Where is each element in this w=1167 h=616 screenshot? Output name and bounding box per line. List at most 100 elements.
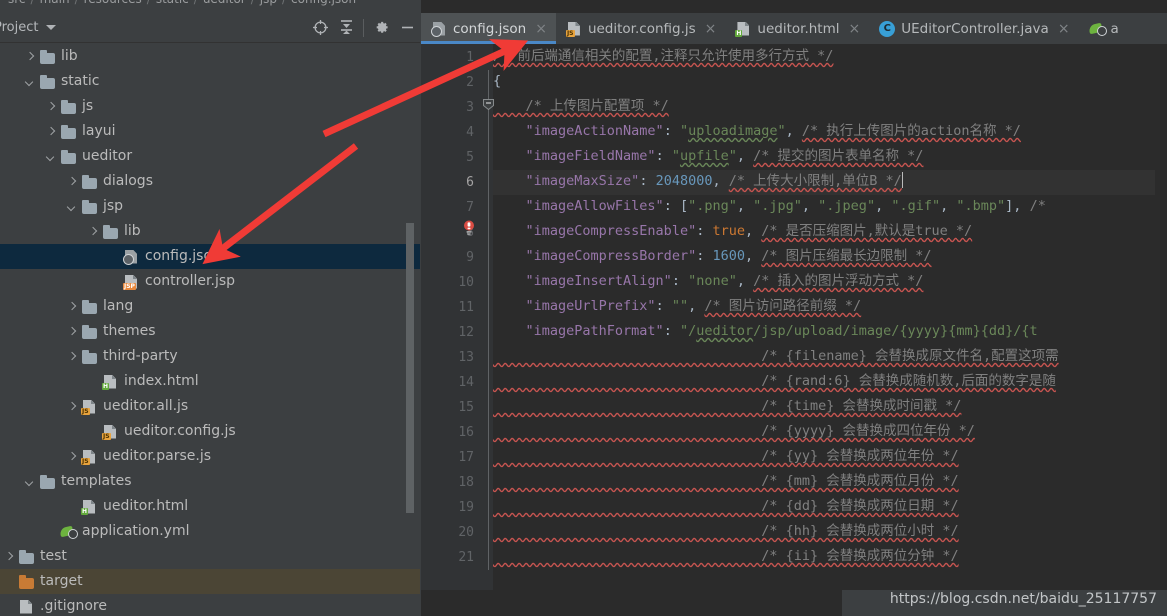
code-line[interactable]: /* {yy} 会替换成两位年份 */	[493, 444, 1167, 469]
close-icon[interactable]: ×	[705, 22, 717, 36]
chevron-right-icon[interactable]	[65, 325, 79, 339]
editor-tab[interactable]: a	[1079, 13, 1128, 44]
chevron-down-icon[interactable]	[23, 75, 37, 89]
chevron-right-icon[interactable]	[44, 125, 58, 139]
chevron-right-icon[interactable]	[65, 450, 79, 464]
tree-row[interactable]: layui	[0, 119, 420, 144]
editor-fold-bar[interactable]	[484, 44, 493, 590]
code-token: "imageAllowFiles"	[525, 198, 664, 214]
editor-tab[interactable]: JS ueditor.config.js ×	[556, 13, 725, 44]
tree-row[interactable]: config.json	[0, 244, 420, 269]
chevron-right-icon[interactable]	[23, 50, 37, 64]
code-line[interactable]: /* {yyyy} 会替换成四位年份 */	[493, 419, 1167, 444]
code-line[interactable]: "imageFieldName": "upfile", /* 提交的图片表单名称…	[493, 144, 1167, 169]
code-line[interactable]: "imageUrlPrefix": "", /* 图片访问路径前缀 */	[493, 294, 1167, 319]
tree-row[interactable]: JS ueditor.config.js	[0, 419, 420, 444]
minimize-icon[interactable]	[394, 15, 420, 41]
tree-row[interactable]: js	[0, 94, 420, 119]
code-line[interactable]: /* {mm} 会替换成两位月份 */	[493, 469, 1167, 494]
chevron-right-icon[interactable]	[65, 300, 79, 314]
chevron-right-icon[interactable]	[2, 550, 16, 564]
chevron-right-icon[interactable]	[65, 350, 79, 364]
chevron-down-icon[interactable]	[23, 475, 37, 489]
code-line[interactable]: /* 上传图片配置项 */	[493, 94, 1167, 119]
code-line[interactable]: {	[493, 69, 1167, 94]
close-icon[interactable]: ×	[849, 22, 861, 36]
editor-tab[interactable]: config.json ×	[421, 13, 556, 44]
tree-row[interactable]: JS ueditor.all.js	[0, 394, 420, 419]
code-line[interactable]: /* {dd} 会替换成两位日期 */	[493, 494, 1167, 519]
chevron-right-icon[interactable]	[65, 400, 79, 414]
code-line[interactable]: /* {filename} 会替换成原文件名,配置这项需	[493, 344, 1167, 369]
code-line[interactable]: /* {ii} 会替换成两位分钟 */	[493, 544, 1167, 569]
close-icon[interactable]: ×	[1058, 22, 1070, 36]
tree-row[interactable]: templates	[0, 469, 420, 494]
tree-row[interactable]: dialogs	[0, 169, 420, 194]
tree-row[interactable]: target	[0, 569, 420, 594]
breadcrumb-item[interactable]: src	[8, 0, 26, 6]
collapse-all-icon[interactable]	[333, 15, 359, 41]
tree-row[interactable]: Hindex.html	[0, 369, 420, 394]
close-icon[interactable]: ×	[535, 22, 547, 36]
tree-row[interactable]: static	[0, 69, 420, 94]
tree-row[interactable]: lang	[0, 294, 420, 319]
project-tree-scrollbar[interactable]	[406, 223, 414, 513]
gear-icon[interactable]	[368, 15, 394, 41]
tree-row[interactable]: lib	[0, 44, 420, 69]
breadcrumb-item[interactable]: jsp	[260, 0, 277, 6]
tree-row[interactable]: ueditor	[0, 144, 420, 169]
tree-row[interactable]: application.yml	[0, 519, 420, 544]
folder-icon	[60, 124, 77, 140]
tree-row[interactable]: JSP controller.jsp	[0, 269, 420, 294]
line-number: 7	[466, 200, 474, 215]
tree-row[interactable]: .gitignore	[0, 594, 420, 616]
tree-row[interactable]: test	[0, 544, 420, 569]
code-line[interactable]: "imageMaxSize": 2048000, /* 上传大小限制,单位B *…	[493, 169, 1167, 194]
editor-tab-label: config.json	[453, 20, 527, 37]
tree-row[interactable]: Hueditor.html	[0, 494, 420, 519]
line-number: 18	[458, 475, 474, 490]
editor-scroll-strip[interactable]	[1155, 44, 1167, 590]
code-line[interactable]: "imageInsertAlign": "none", /* 插入的图片浮动方式…	[493, 269, 1167, 294]
chevron-right-icon[interactable]	[44, 100, 58, 114]
code-line[interactable]: "imageActionName": "uploadimage", /* 执行上…	[493, 119, 1167, 144]
code-line[interactable]: /* 前后端通信相关的配置,注释只允许使用多行方式 */	[493, 44, 1167, 69]
code-line[interactable]: /* {time} 会替换成时间戳 */	[493, 394, 1167, 419]
chevron-down-icon[interactable]	[44, 150, 58, 164]
file-type-badge: H	[735, 29, 743, 37]
code-token: ,	[744, 223, 762, 239]
file-js-icon: JS	[81, 449, 98, 465]
project-tree[interactable]: lib static js layui ueditor dialogs jsp lib conf…	[0, 44, 420, 616]
breadcrumb-item[interactable]: config.json	[291, 0, 356, 6]
breadcrumb-item[interactable]: ueditor	[203, 0, 246, 6]
breadcrumb-item[interactable]: main	[40, 0, 70, 6]
chevron-right-icon[interactable]	[86, 225, 100, 239]
code-line[interactable]: /* {rand:6} 会替换成随机数,后面的数字是随	[493, 369, 1167, 394]
editor-gutter[interactable]: 123456789101112131415161718192021	[421, 44, 484, 590]
project-panel-title[interactable]: Project	[0, 20, 38, 35]
tree-row[interactable]: third-party	[0, 344, 420, 369]
chevron-right-icon[interactable]	[65, 175, 79, 189]
breadcrumb-item[interactable]: resources	[84, 0, 142, 6]
editor-tab[interactable]: Hueditor.html ×	[725, 13, 869, 44]
tree-row[interactable]: jsp	[0, 194, 420, 219]
locate-icon[interactable]	[307, 15, 333, 41]
line-number: 12	[458, 325, 474, 340]
code-line[interactable]: "imageCompressEnable": true, /* 是否压缩图片,默…	[493, 219, 1167, 244]
breadcrumb-item[interactable]: static	[156, 0, 189, 6]
tree-row[interactable]: lib	[0, 219, 420, 244]
line-number: 17	[458, 450, 474, 465]
code-lines[interactable]: /* 前后端通信相关的配置,注释只允许使用多行方式 */ { /* 上传图片配置项…	[493, 44, 1167, 590]
code-line[interactable]: "imageCompressBorder": 1600, /* 图片压缩最长边限…	[493, 244, 1167, 269]
code-line[interactable]: "imagePathFormat": "/ueditor/jsp/upload/…	[493, 319, 1167, 344]
tree-row[interactable]: JS ueditor.parse.js	[0, 444, 420, 469]
code-line[interactable]: "imageAllowFiles": [".png", ".jpg", ".jp…	[493, 194, 1167, 219]
error-bulb-icon[interactable]	[462, 220, 476, 236]
code-line[interactable]: /* {hh} 会替换成两位小时 */	[493, 519, 1167, 544]
editor-tab[interactable]: UEditorController.java ×	[869, 13, 1078, 44]
chevron-down-icon[interactable]	[65, 200, 79, 214]
tree-row-label: ueditor.all.js	[103, 398, 189, 414]
code-editor[interactable]: 123456789101112131415161718192021	[421, 44, 1167, 590]
chevron-down-icon[interactable]	[46, 25, 57, 30]
tree-row[interactable]: themes	[0, 319, 420, 344]
